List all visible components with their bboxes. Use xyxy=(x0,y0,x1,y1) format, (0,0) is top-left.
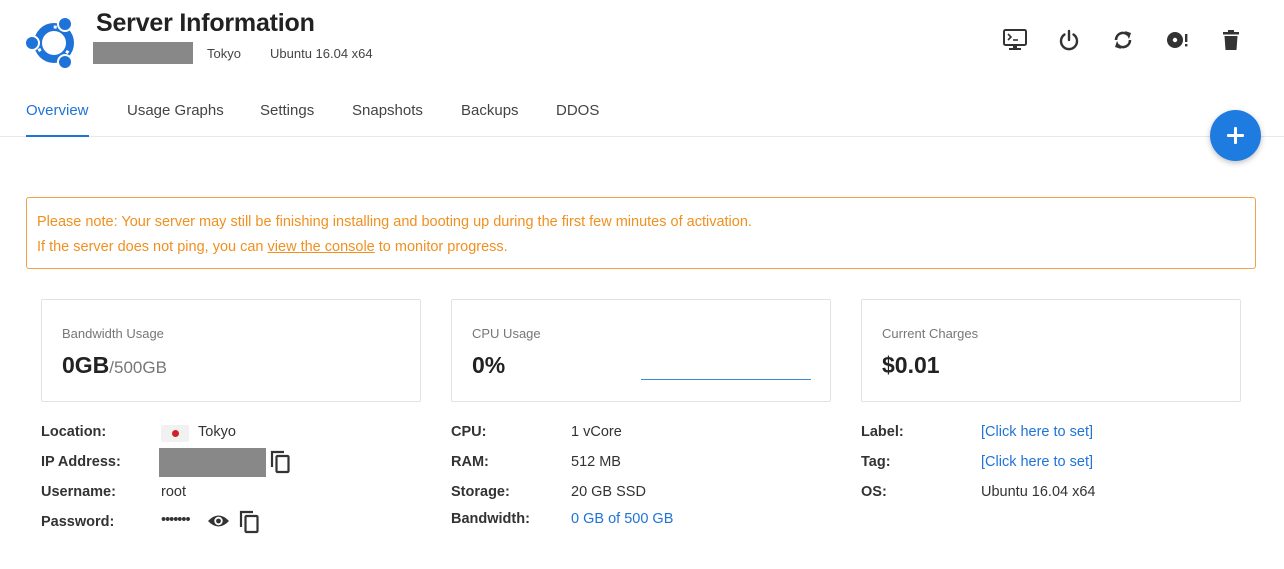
ram-label: RAM: xyxy=(451,454,489,470)
cpu-label: CPU: xyxy=(451,424,487,440)
page-title: Server Information xyxy=(96,9,315,37)
hostname-redacted xyxy=(93,42,193,64)
ip-address-redacted xyxy=(159,448,266,477)
tab-bar: Overview Usage Graphs Settings Snapshots… xyxy=(0,92,1284,137)
set-tag-link[interactable]: [Click here to set] xyxy=(981,454,1093,470)
cpu-usage-value: 0% xyxy=(472,352,506,378)
bandwidth-usage-total: /500GB xyxy=(109,358,167,377)
tab-settings[interactable]: Settings xyxy=(260,102,314,137)
japan-flag-icon xyxy=(161,425,189,442)
copy-ip-button[interactable] xyxy=(269,450,291,479)
cpu-usage-sparkline xyxy=(641,379,811,380)
server-os: Ubuntu 16.04 x64 xyxy=(270,46,373,61)
tab-usage-graphs[interactable]: Usage Graphs xyxy=(127,102,224,137)
bandwidth-label: Bandwidth: xyxy=(451,511,530,527)
restart-icon xyxy=(1112,29,1134,51)
notice-line-1: Please note: Your server may still be fi… xyxy=(37,214,752,230)
delete-button[interactable] xyxy=(1218,27,1244,53)
cpu-usage-label: CPU Usage xyxy=(472,326,541,341)
tag-label: Tag: xyxy=(861,454,891,470)
bandwidth-usage-value: 0GB/500GB xyxy=(62,352,167,378)
storage-label: Storage: xyxy=(451,484,510,500)
install-notice: Please note: Your server may still be fi… xyxy=(26,197,1256,269)
disk-alert-icon xyxy=(1165,29,1189,51)
cpu-value: 1 vCore xyxy=(571,424,622,440)
ip-address-label: IP Address: xyxy=(41,454,121,470)
server-location: Tokyo xyxy=(207,46,241,61)
bandwidth-value-link[interactable]: 0 GB of 500 GB xyxy=(571,511,673,527)
add-button[interactable] xyxy=(1210,110,1261,161)
bandwidth-usage-label: Bandwidth Usage xyxy=(62,326,164,341)
current-charges-label: Current Charges xyxy=(882,326,979,341)
copy-icon xyxy=(269,450,291,478)
restart-button[interactable] xyxy=(1110,27,1136,53)
show-password-button[interactable] xyxy=(207,512,230,535)
tab-overview[interactable]: Overview xyxy=(26,102,89,137)
view-console-link[interactable]: view the console xyxy=(268,239,375,255)
power-button[interactable] xyxy=(1056,27,1082,53)
tab-ddos[interactable]: DDOS xyxy=(556,102,599,137)
password-label: Password: xyxy=(41,514,115,530)
current-charges-card: Current Charges $0.01 xyxy=(861,299,1241,402)
username-label: Username: xyxy=(41,484,116,500)
server-label-label: Label: xyxy=(861,424,904,440)
console-icon xyxy=(1003,29,1027,51)
current-charges-value: $0.01 xyxy=(882,352,940,378)
storage-value: 20 GB SSD xyxy=(571,484,646,500)
set-label-link[interactable]: [Click here to set] xyxy=(981,424,1093,440)
ubuntu-logo-icon xyxy=(24,13,80,70)
location-label: Location: xyxy=(41,424,107,440)
copy-password-button[interactable] xyxy=(238,510,260,539)
notice-line-2: If the server does not ping, you can vie… xyxy=(37,239,508,255)
ram-value: 512 MB xyxy=(571,454,621,470)
eye-icon xyxy=(207,515,230,534)
reinstall-button[interactable] xyxy=(1164,27,1190,53)
location-value: Tokyo xyxy=(198,424,236,440)
bandwidth-usage-card: Bandwidth Usage 0GB/500GB xyxy=(41,299,421,402)
os-value: Ubuntu 16.04 x64 xyxy=(981,484,1096,500)
password-value: ••••••• xyxy=(161,512,191,528)
tab-snapshots[interactable]: Snapshots xyxy=(352,102,423,137)
cpu-usage-card: CPU Usage 0% xyxy=(451,299,831,402)
console-button[interactable] xyxy=(1002,27,1028,53)
power-icon xyxy=(1058,29,1080,51)
copy-icon xyxy=(238,510,260,538)
username-value: root xyxy=(161,484,186,500)
os-label: OS: xyxy=(861,484,887,500)
trash-icon xyxy=(1222,29,1240,51)
tab-backups[interactable]: Backups xyxy=(461,102,519,137)
